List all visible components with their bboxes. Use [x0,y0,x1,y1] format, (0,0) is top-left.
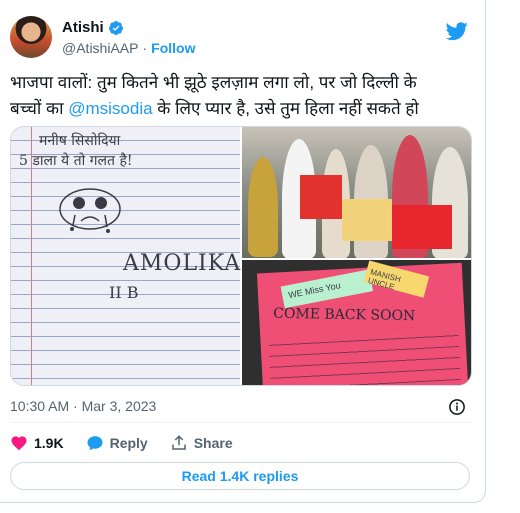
share-icon [171,435,186,450]
tweet-text-line2-post: के लिए प्यार है, उसे तुम हिला नहीं सकते … [152,99,419,118]
photo-card-red [300,175,342,219]
card-text-manish-uncle: MANISH UNCLE [363,260,430,298]
tweet-text-line2-pre: बच्चों का [10,99,69,118]
greeting-card: WE Miss You MANISH UNCLE COME BACK SOON [256,260,469,385]
divider [10,422,472,423]
like-button[interactable]: 1.9K [10,434,64,452]
tweet-text: भाजपा वालों: तुम कितने भी झूठे इलज़ाम लग… [10,70,480,122]
share-label: Share [193,435,233,451]
reply-icon [87,436,103,451]
handle-row: @AtishiAAP · Follow [62,40,195,56]
timestamp[interactable]: 10:30 AM · Mar 3, 2023 [10,398,156,414]
tweet-card: Atishi @AtishiAAP · Follow भाजपा वालों: … [0,0,486,503]
note-line-1: मनीष सिसोदिया [39,133,121,149]
action-bar: 1.9K Reply Share [10,432,233,454]
media-image-greeting-card[interactable]: WE Miss You MANISH UNCLE COME BACK SOON [242,260,471,385]
sad-face-drawing [59,188,121,233]
separator: · [142,40,148,56]
author-name-row: Atishi [62,19,124,36]
photo-card-red [392,205,452,249]
tweet-meta: 10:30 AM · Mar 3, 2023 [10,398,470,418]
media-grid: मनीष सिसोदिया 5 डाला ये तो गलत है! AMOLI… [10,126,472,386]
note-student-name: AMOLIKA [123,251,242,276]
tweet-header: Atishi @AtishiAAP · Follow [10,16,480,64]
follow-button[interactable]: Follow [151,40,195,56]
share-button[interactable]: Share [170,434,233,452]
avatar[interactable] [10,16,52,58]
reply-label: Reply [109,435,148,451]
author-name[interactable]: Atishi [62,19,104,36]
card-handwriting [268,325,461,385]
photo-person [248,157,278,257]
card-text-we-miss-you: WE Miss You [280,269,374,309]
media-image-students-with-cards[interactable] [242,127,471,258]
like-count: 1.9K [34,435,64,451]
twitter-bird-icon[interactable] [446,20,468,42]
mention-link[interactable]: @msisodia [68,99,152,118]
note-class: II B [109,283,139,302]
card-text-come-back-soon: COME BACK SOON [273,305,416,325]
tweet-text-line1: भाजपा वालों: तुम कितने भी झूठे इलज़ाम लग… [10,73,417,92]
verified-badge-icon [108,20,123,35]
photo-card-yellow [342,199,392,241]
tweet-text-line2: बच्चों का @msisodia के लिए प्यार है, उसे… [10,96,480,122]
author-handle[interactable]: @AtishiAAP [62,40,138,56]
note-line-2: 5 डाला ये तो गलत है! [19,153,133,169]
reply-button[interactable]: Reply [86,434,148,452]
media-image-handwritten-note[interactable]: मनीष सिसोदिया 5 डाला ये तो गलत है! AMOLI… [11,127,242,385]
heart-icon [11,436,27,451]
read-replies-button[interactable]: Read 1.4K replies [10,462,470,490]
info-icon[interactable] [448,398,466,416]
